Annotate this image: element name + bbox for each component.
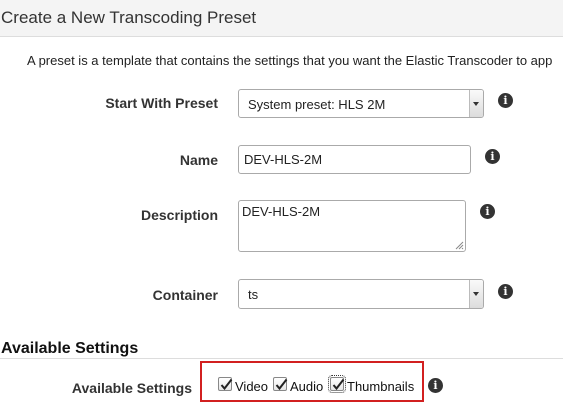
chevron-down-icon bbox=[469, 280, 483, 308]
audio-checkbox-label[interactable]: Audio bbox=[290, 379, 323, 394]
info-icon[interactable]: i bbox=[498, 284, 513, 299]
start-with-preset-value: System preset: HLS 2M bbox=[248, 97, 386, 112]
resize-handle-icon[interactable] bbox=[454, 240, 464, 250]
video-checkbox-label[interactable]: Video bbox=[235, 379, 268, 394]
checkmark-icon bbox=[332, 378, 345, 391]
container-value: ts bbox=[248, 287, 259, 302]
description-value: DEV-HLS-2M bbox=[242, 204, 321, 219]
page-title: Create a New Transcoding Preset bbox=[1, 8, 257, 27]
page-header: Create a New Transcoding Preset bbox=[0, 0, 563, 37]
video-checkbox-group[interactable]: Video bbox=[218, 377, 270, 394]
available-settings-heading: Available Settings bbox=[1, 340, 139, 357]
info-icon[interactable]: i bbox=[498, 93, 513, 108]
start-with-preset-select[interactable]: System preset: HLS 2M bbox=[238, 89, 484, 118]
chevron-down-icon bbox=[469, 90, 483, 117]
available-settings-label: Available Settings bbox=[71, 380, 192, 396]
checkmark-icon bbox=[275, 378, 288, 391]
start-with-preset-label: Start With Preset bbox=[105, 95, 218, 111]
create-preset-page: Create a New Transcoding Preset A preset… bbox=[0, 0, 563, 414]
description-label: Description bbox=[140, 207, 218, 223]
name-label: Name bbox=[179, 152, 218, 168]
info-icon[interactable]: i bbox=[485, 149, 500, 164]
audio-checkbox[interactable] bbox=[273, 377, 288, 391]
thumbnails-checkbox-label[interactable]: Thumbnails bbox=[347, 379, 414, 394]
audio-checkbox-group[interactable]: Audio bbox=[273, 377, 325, 394]
checkmark-icon bbox=[220, 378, 233, 391]
thumbnails-checkbox-group[interactable]: Thumbnails bbox=[328, 375, 416, 394]
section-divider bbox=[0, 358, 563, 359]
thumbnails-checkbox[interactable] bbox=[328, 375, 346, 393]
name-value: DEV-HLS-2M bbox=[244, 152, 323, 167]
container-select[interactable]: ts bbox=[238, 279, 484, 309]
container-label: Container bbox=[152, 287, 218, 303]
description-textarea[interactable]: DEV-HLS-2M bbox=[238, 200, 466, 252]
info-icon[interactable]: i bbox=[428, 378, 443, 393]
info-icon[interactable]: i bbox=[480, 204, 495, 219]
video-checkbox[interactable] bbox=[218, 377, 233, 391]
intro-text: A preset is a template that contains the… bbox=[27, 53, 553, 68]
name-input[interactable]: DEV-HLS-2M bbox=[238, 145, 471, 174]
